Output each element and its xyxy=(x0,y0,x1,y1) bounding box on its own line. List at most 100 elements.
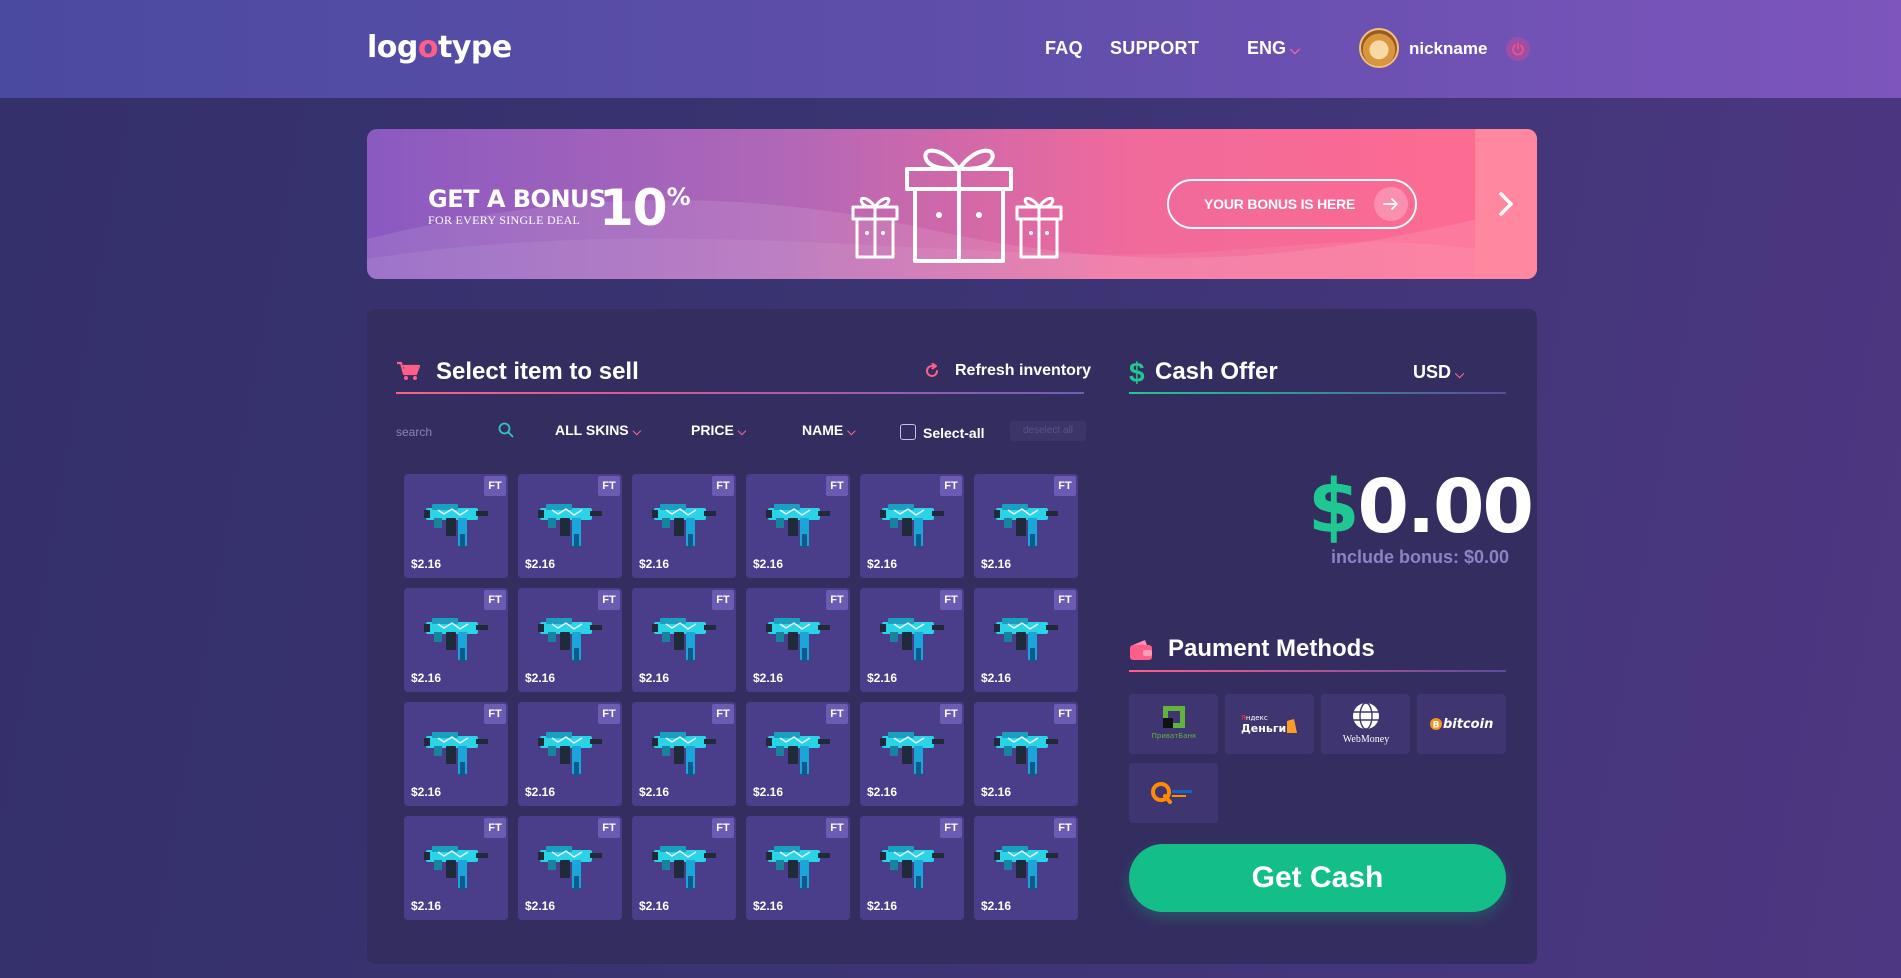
inventory-item[interactable]: FT $2.16 xyxy=(746,702,850,806)
wear-badge: FT xyxy=(598,590,620,610)
svg-text:B: B xyxy=(1432,721,1439,731)
weapon-skin-image xyxy=(652,846,716,890)
search-input[interactable]: search xyxy=(396,425,432,439)
filter-all-skins[interactable]: ALL SKINS ⌵ xyxy=(555,422,641,439)
wear-badge: FT xyxy=(940,704,962,724)
weapon-skin-image xyxy=(652,732,716,776)
payment-yandex-money[interactable]: Яндекс Деньги xyxy=(1225,694,1314,754)
inventory-item[interactable]: FT $2.16 xyxy=(404,816,508,920)
wear-badge: FT xyxy=(484,704,506,724)
wear-badge: FT xyxy=(826,590,848,610)
inventory-item[interactable]: FT $2.16 xyxy=(632,702,736,806)
inventory-item[interactable]: FT $2.16 xyxy=(518,816,622,920)
wallet-icon xyxy=(1130,640,1152,660)
inventory-item[interactable]: FT $2.16 xyxy=(746,474,850,578)
svg-text:Деньги: Деньги xyxy=(1241,722,1286,735)
bonus-banner: GET A BONUS FOR EVERY SINGLE DEAL 10% YO… xyxy=(367,129,1537,279)
weapon-skin-image xyxy=(538,732,602,776)
inventory-item[interactable]: FT $2.16 xyxy=(746,816,850,920)
inventory-item[interactable]: FT $2.16 xyxy=(746,588,850,692)
avatar[interactable] xyxy=(1359,28,1399,68)
nav-support[interactable]: SUPPORT xyxy=(1110,38,1199,59)
inventory-item[interactable]: FT $2.16 xyxy=(860,474,964,578)
inventory-item[interactable]: FT $2.16 xyxy=(404,588,508,692)
chevron-down-icon: ⌵ xyxy=(737,426,747,438)
banner-next-button[interactable] xyxy=(1475,129,1537,279)
filter-price[interactable]: PRICE ⌵ xyxy=(691,422,746,439)
payment-webmoney[interactable]: WebMoney xyxy=(1321,694,1410,754)
wear-badge: FT xyxy=(598,818,620,838)
inventory-item[interactable]: FT $2.16 xyxy=(860,816,964,920)
logo[interactable]: logotype xyxy=(367,30,512,65)
payment-qiwi[interactable] xyxy=(1129,763,1218,823)
weapon-skin-image xyxy=(766,618,830,662)
item-price: $2.16 xyxy=(525,785,556,799)
inventory-item[interactable]: FT $2.16 xyxy=(632,816,736,920)
item-price: $2.16 xyxy=(867,557,898,571)
deselect-all-button[interactable]: deselect all xyxy=(1010,421,1086,441)
payment-bitcoin[interactable]: B bitcoin xyxy=(1417,694,1506,754)
qiwi-logo xyxy=(1150,782,1192,804)
chevron-down-icon: ⌵ xyxy=(632,426,641,438)
wear-badge: FT xyxy=(826,476,848,496)
inventory-item[interactable]: FT $2.16 xyxy=(974,702,1078,806)
item-price: $2.16 xyxy=(411,899,442,913)
item-price: $2.16 xyxy=(753,785,784,799)
svg-text:Яндекс: Яндекс xyxy=(1241,714,1268,722)
wear-badge: FT xyxy=(826,704,848,724)
inventory-item[interactable]: FT $2.16 xyxy=(632,588,736,692)
inventory-item[interactable]: FT $2.16 xyxy=(860,702,964,806)
item-price: $2.16 xyxy=(411,671,442,685)
weapon-skin-image xyxy=(880,504,944,548)
wear-badge: FT xyxy=(712,590,734,610)
language-label: ENG xyxy=(1247,38,1287,58)
nav-faq[interactable]: FAQ xyxy=(1045,38,1083,59)
weapon-skin-image xyxy=(424,618,488,662)
item-price: $2.16 xyxy=(753,557,784,571)
refresh-inventory-button[interactable]: Refresh inventory xyxy=(955,362,1091,380)
webmoney-logo: WebMoney xyxy=(1342,702,1389,745)
gift-icon xyxy=(851,148,1063,263)
wear-badge: FT xyxy=(712,818,734,838)
nickname[interactable]: nickname xyxy=(1409,39,1487,59)
bitcoin-logo: B bitcoin xyxy=(1429,717,1493,732)
inventory-item[interactable]: FT $2.16 xyxy=(518,588,622,692)
weapon-skin-image xyxy=(766,846,830,890)
language-selector[interactable]: ENG ⌵ xyxy=(1247,38,1300,59)
payment-privatbank[interactable]: ПриватБанк xyxy=(1129,694,1218,754)
currency-selector[interactable]: USD ⌵ xyxy=(1413,362,1464,383)
select-all-checkbox[interactable] xyxy=(900,424,916,440)
inventory-item[interactable]: FT $2.16 xyxy=(974,588,1078,692)
item-price: $2.16 xyxy=(867,785,898,799)
select-all-label[interactable]: Select-all xyxy=(923,425,984,441)
wear-badge: FT xyxy=(712,704,734,724)
bonus-cta-button[interactable]: YOUR BONUS IS HERE xyxy=(1167,179,1417,229)
weapon-skin-image xyxy=(880,732,944,776)
inventory-item[interactable]: FT $2.16 xyxy=(404,474,508,578)
search-icon[interactable] xyxy=(498,422,514,438)
inventory-item[interactable]: FT $2.16 xyxy=(632,474,736,578)
chevron-down-icon: ⌵ xyxy=(1455,367,1465,381)
top-header: logotype FAQ SUPPORT ENG ⌵ nickname xyxy=(0,0,1901,98)
item-price: $2.16 xyxy=(525,899,556,913)
inventory-item[interactable]: FT $2.16 xyxy=(974,474,1078,578)
banner-subtitle: FOR EVERY SINGLE DEAL xyxy=(428,213,581,227)
inventory-item[interactable]: FT $2.16 xyxy=(518,702,622,806)
item-price: $2.16 xyxy=(411,557,442,571)
banner-title: GET A BONUS xyxy=(428,185,606,213)
item-price: $2.16 xyxy=(867,671,898,685)
chevron-down-icon: ⌵ xyxy=(847,426,856,438)
yandex-money-logo: Яндекс Деньги xyxy=(1241,714,1297,735)
inventory-item[interactable]: FT $2.16 xyxy=(518,474,622,578)
inventory-title: Select item to sell xyxy=(436,358,639,385)
filter-name[interactable]: NAME ⌵ xyxy=(802,422,856,439)
get-cash-button[interactable]: Get Cash xyxy=(1129,844,1506,912)
refresh-icon[interactable] xyxy=(924,363,940,379)
weapon-skin-image xyxy=(424,732,488,776)
cash-offer-title: Cash Offer xyxy=(1155,358,1278,385)
logout-icon[interactable] xyxy=(1506,37,1530,61)
inventory-item[interactable]: FT $2.16 xyxy=(860,588,964,692)
dollar-icon: $ xyxy=(1129,357,1145,388)
inventory-item[interactable]: FT $2.16 xyxy=(404,702,508,806)
inventory-item[interactable]: FT $2.16 xyxy=(974,816,1078,920)
